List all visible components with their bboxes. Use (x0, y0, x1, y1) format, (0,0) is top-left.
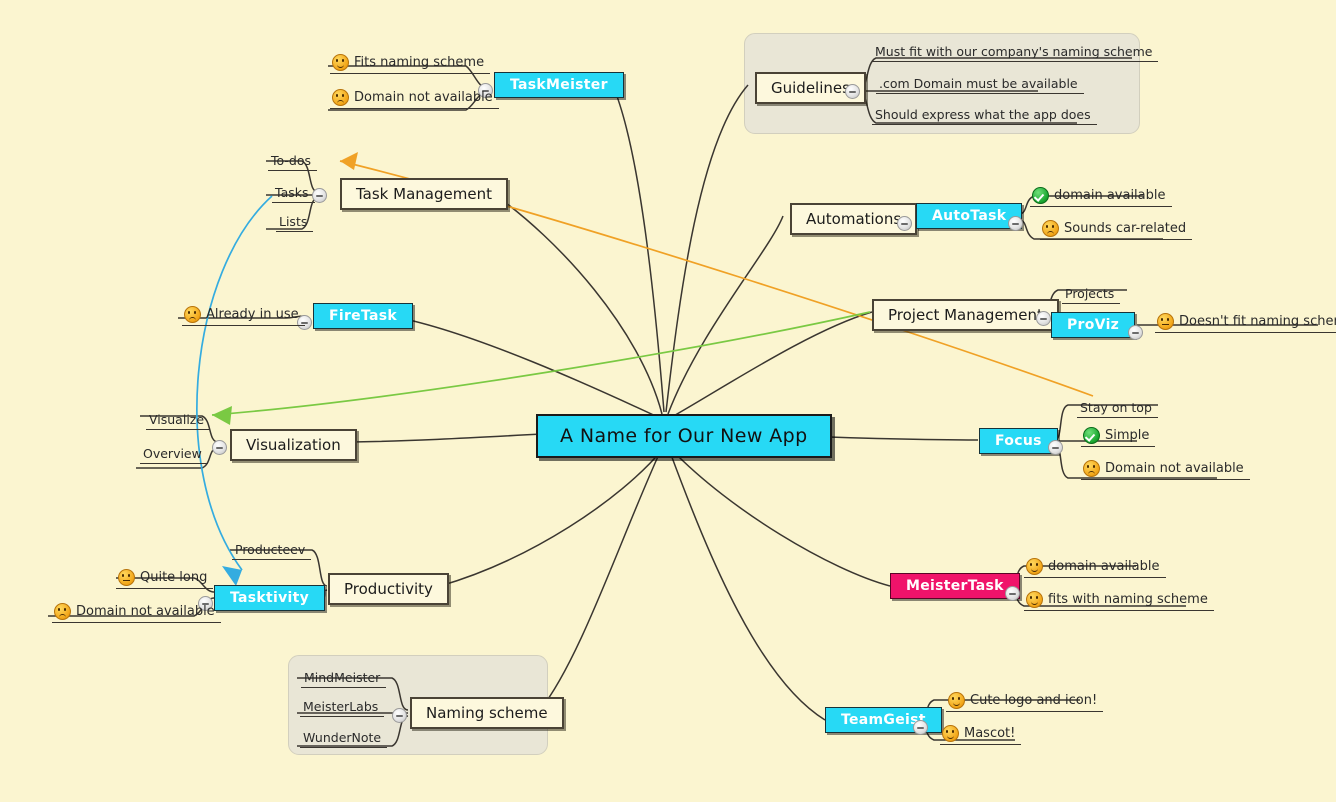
note-label: Cute logo and icon! (970, 693, 1098, 708)
keyword-visualization-1[interactable]: Overview (140, 445, 208, 464)
note-tasktivity-0[interactable]: Quite long (116, 568, 214, 589)
guideline-item-2[interactable]: Should express what the app does (872, 106, 1097, 125)
collapse-handle-automations[interactable] (897, 216, 912, 231)
smiley-icon (1026, 558, 1043, 575)
note-label: Domain not available (1105, 461, 1244, 476)
mindmap-canvas[interactable]: A Name for Our New App TaskMeister Fits … (0, 0, 1336, 802)
smiley-icon (942, 725, 959, 742)
collapse-handle-project-management[interactable] (1036, 311, 1051, 326)
note-autotask-0[interactable]: domain available (1030, 186, 1172, 207)
sad-face-icon (332, 89, 349, 106)
idea-node-firetask[interactable]: FireTask (313, 303, 413, 329)
branch-node-productivity[interactable]: Productivity (328, 573, 449, 605)
sad-face-icon (184, 306, 201, 323)
keyword-task-management-0[interactable]: To-dos (268, 152, 317, 171)
naming-scheme-item-0[interactable]: MindMeister (301, 669, 387, 688)
idea-node-proviz[interactable]: ProViz (1051, 312, 1136, 338)
sad-face-icon (1083, 460, 1100, 477)
idea-node-meistertask[interactable]: MeisterTask (890, 573, 1020, 599)
idea-node-autotask[interactable]: AutoTask (916, 203, 1023, 229)
collapse-handle-autotask[interactable] (1008, 216, 1023, 231)
keyword-visualization-0[interactable]: Visualize (146, 411, 211, 430)
branch-node-task-management[interactable]: Task Management (340, 178, 508, 210)
smiley-icon (332, 54, 349, 71)
idea-node-tasktivity[interactable]: Tasktivity (214, 585, 326, 611)
keyword-task-management-2[interactable]: Lists (276, 213, 314, 232)
note-firetask-0[interactable]: Already in use (182, 305, 305, 326)
note-label: Quite long (140, 570, 208, 585)
note-autotask-1[interactable]: Sounds car-related (1040, 219, 1193, 240)
collapse-handle-meistertask[interactable] (1005, 586, 1020, 601)
note-label: Domain not available (76, 604, 215, 619)
note-label: domain available (1054, 188, 1166, 203)
note-label: domain available (1048, 559, 1160, 574)
note-label: Already in use (206, 307, 299, 322)
branch-node-naming-scheme[interactable]: Naming scheme (410, 697, 564, 729)
note-focus-0[interactable]: Stay on top (1077, 399, 1158, 418)
branch-node-project-management[interactable]: Project Management (872, 299, 1059, 331)
collapse-handle-naming-scheme[interactable] (392, 708, 407, 723)
sad-face-icon (54, 603, 71, 620)
guideline-item-1[interactable]: .com Domain must be available (876, 75, 1084, 94)
branch-node-visualization[interactable]: Visualization (230, 429, 357, 461)
note-teamgeist-1[interactable]: Mascot! (940, 724, 1022, 745)
note-taskmeister-0[interactable]: Fits naming scheme (330, 53, 491, 74)
collapse-handle-visualization[interactable] (212, 440, 227, 455)
note-label: Domain not available (354, 90, 493, 105)
smiley-icon (1026, 591, 1043, 608)
note-tasktivity-1[interactable]: Domain not available (52, 602, 221, 623)
collapse-handle-focus[interactable] (1048, 440, 1063, 455)
idea-node-focus[interactable]: Focus (979, 428, 1058, 454)
naming-scheme-item-1[interactable]: MeisterLabs (300, 698, 385, 717)
root-node[interactable]: A Name for Our New App (536, 414, 832, 458)
smiley-icon (948, 692, 965, 709)
note-label: Sounds car-related (1064, 221, 1187, 236)
collapse-handle-guidelines[interactable] (845, 84, 860, 99)
note-label: Fits naming scheme (354, 55, 485, 70)
collapse-handle-teamgeist[interactable] (913, 720, 928, 735)
note-label: Doesn't fit naming scheme (1179, 314, 1336, 329)
note-focus-1[interactable]: Simple (1081, 426, 1156, 447)
guideline-item-0[interactable]: Must fit with our company's naming schem… (872, 43, 1159, 62)
green-check-icon (1032, 187, 1049, 204)
note-teamgeist-0[interactable]: Cute logo and icon! (946, 691, 1104, 712)
note-meistertask-0[interactable]: domain available (1024, 557, 1166, 578)
keyword-project-management-0[interactable]: Projects (1062, 285, 1121, 304)
neutral-face-icon (1157, 313, 1174, 330)
keyword-productivity-0[interactable]: Producteev (232, 541, 312, 560)
note-meistertask-1[interactable]: fits with naming scheme (1024, 590, 1214, 611)
note-label: Mascot! (964, 726, 1016, 741)
sad-face-icon (1042, 220, 1059, 237)
keyword-task-management-1[interactable]: Tasks (272, 184, 315, 203)
note-focus-2[interactable]: Domain not available (1081, 459, 1250, 480)
collapse-handle-proviz[interactable] (1128, 325, 1143, 340)
note-label: Simple (1105, 428, 1150, 443)
idea-node-taskmeister[interactable]: TaskMeister (494, 72, 624, 98)
neutral-face-icon (118, 569, 135, 586)
note-label: fits with naming scheme (1048, 592, 1208, 607)
note-proviz-0[interactable]: Doesn't fit naming scheme (1155, 312, 1336, 333)
naming-scheme-item-2[interactable]: WunderNote (300, 729, 388, 748)
green-check-icon (1083, 427, 1100, 444)
note-taskmeister-1[interactable]: Domain not available (330, 88, 499, 109)
